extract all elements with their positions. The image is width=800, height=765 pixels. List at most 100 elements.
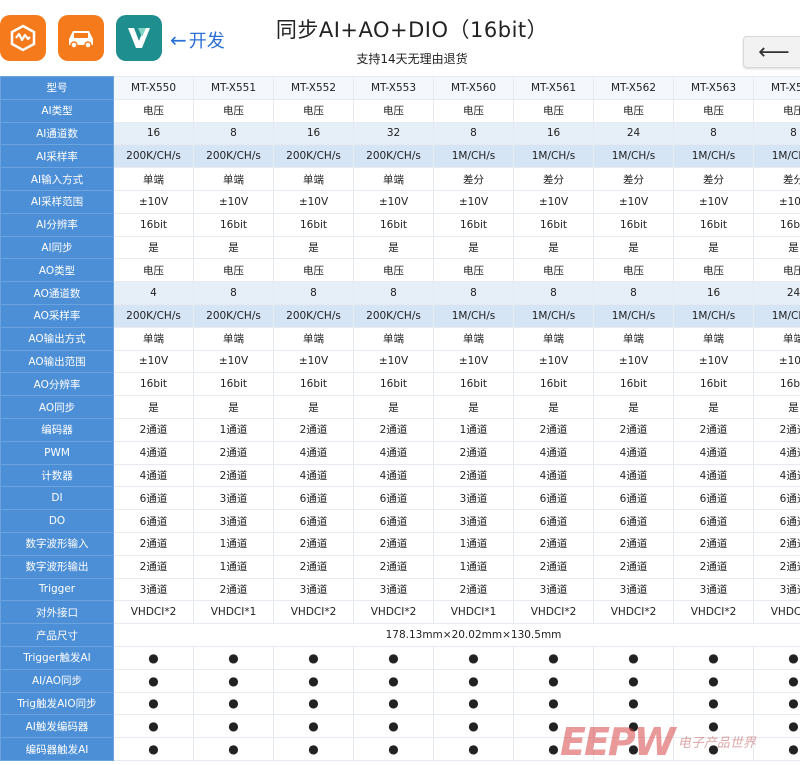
table-cell: 8: [513, 281, 594, 305]
table-row: AO采样率 200K/CH/s 200K/CH/s 200K/CH/s 200K/CH/…: [0, 303, 800, 328]
table-cell: 电压: [193, 98, 274, 123]
table-row: AI采样范围 ±10V ±10V ±10V ±10V ±10V ±10V ±10V ±10V ±1…: [0, 189, 800, 214]
back-link[interactable]: ← 开发: [170, 27, 225, 53]
table-cell: 2通道: [193, 440, 274, 465]
table-cell: 是: [353, 235, 434, 260]
table-cell: 3通道: [193, 486, 274, 511]
table-cell: 4: [113, 281, 194, 305]
table-cell: 2通道: [113, 554, 194, 579]
supported-dot: ●: [273, 691, 354, 716]
table-cell: 6通道: [113, 486, 194, 511]
supported-dot: ●: [673, 668, 754, 693]
table-cell: 3通道: [193, 509, 274, 533]
table-cell: VHDCI*2: [673, 600, 754, 625]
table-cell: 16bit: [753, 372, 800, 397]
table-cell: 16bit: [193, 372, 274, 397]
row-label: DI: [0, 486, 114, 511]
model-header-cell: MT-X562: [593, 76, 674, 100]
supported-dot: ●: [273, 714, 354, 739]
table-cell: 1M/CH/s: [593, 303, 674, 328]
table-cell: 4通道: [593, 463, 674, 488]
row-label: 编码器: [0, 417, 114, 442]
v-logo-app-icon[interactable]: [116, 15, 162, 61]
table-cell: 1通道: [193, 531, 274, 556]
table-row: AI采样率 200K/CH/s 200K/CH/s 200K/CH/s 200K/CH/…: [0, 144, 800, 169]
table-cell: 6通道: [513, 486, 594, 511]
row-label: AO输出范围: [0, 349, 114, 374]
table-cell: 是: [433, 235, 514, 260]
table-cell: 1M/CH/s: [673, 144, 754, 169]
supported-dot: ●: [113, 668, 194, 693]
table-cell: 3通道: [113, 577, 194, 602]
table-cell: 电压: [673, 98, 754, 123]
table-cell: 是: [113, 235, 194, 260]
table-row: AO输出方式单端单端单端单端单端单端单端单端单端: [0, 326, 800, 351]
row-label: PWM: [0, 440, 114, 465]
table-cell: 24: [593, 121, 674, 146]
table-cell: 1M/CH/s: [513, 303, 594, 328]
table-cell: 16bit: [753, 212, 800, 237]
table-cell: 6通道: [753, 486, 800, 511]
supported-dot: ●: [433, 737, 514, 761]
table-cell: VHDCI*2: [753, 600, 800, 625]
table-cell: 4通道: [273, 463, 354, 488]
row-label: AO通道数: [0, 281, 114, 305]
table-cell: 2通道: [513, 531, 594, 556]
row-label: Trigger触发AI: [0, 645, 114, 670]
supported-dot: ●: [273, 737, 354, 761]
table-cell: 单端: [433, 326, 514, 351]
row-label: DO: [0, 509, 114, 533]
table-cell: 电压: [593, 258, 674, 283]
table-cell: 6通道: [593, 509, 674, 533]
table-cell: 2通道: [753, 531, 800, 556]
table-cell: 6通道: [593, 486, 674, 511]
table-cell: 2通道: [273, 554, 354, 579]
model-header-cell: MT-X553: [353, 76, 434, 100]
table-cell: 2通道: [433, 577, 514, 602]
table-cell: 1M/CH/s: [753, 144, 800, 169]
spec-table: 型号 MT-X550 MT-X551 MT-X552 MT-X553 MT-X560 MT-…: [0, 76, 800, 761]
table-cell: 2通道: [753, 554, 800, 579]
table-cell: ±10V: [193, 189, 274, 214]
supported-dot: ●: [273, 645, 354, 670]
table-cell: 1通道: [193, 417, 274, 442]
model-header-cell: MT-X551: [193, 76, 274, 100]
wave-app-icon[interactable]: [0, 15, 46, 61]
table-cell: 1通道: [193, 554, 274, 579]
car-app-icon[interactable]: [58, 15, 104, 61]
table-cell: ±10V: [353, 349, 434, 374]
supported-dot: ●: [513, 668, 594, 693]
table-cell: 是: [193, 395, 274, 419]
table-cell: 是: [593, 235, 674, 260]
table-cell: 4通道: [593, 440, 674, 465]
table-cell: 2通道: [273, 417, 354, 442]
table-cell: 24: [753, 281, 800, 305]
table-cell: 4通道: [753, 440, 800, 465]
table-cell: 200K/CH/s: [193, 144, 274, 169]
supported-dot: ●: [433, 691, 514, 716]
table-cell: ±10V: [673, 189, 754, 214]
model-header-cell: MT-X561: [513, 76, 594, 100]
supported-dot: ●: [753, 714, 800, 739]
supported-dot: ●: [593, 645, 674, 670]
long-arrow-left-icon: ⟵: [758, 39, 790, 65]
row-label: AI输入方式: [0, 167, 114, 191]
arrow-left-icon: ←: [170, 28, 187, 52]
table-cell: 电压: [433, 98, 514, 123]
supported-dot: ●: [113, 737, 194, 761]
back-button[interactable]: ⟵: [743, 36, 800, 68]
table-cell: 4通道: [673, 463, 754, 488]
supported-dot: ●: [273, 668, 354, 693]
table-cell: 16bit: [113, 212, 194, 237]
table-cell: 电压: [353, 98, 434, 123]
supported-dot: ●: [753, 645, 800, 670]
page-title: 同步AI+AO+DIO（16bit）: [275, 18, 549, 42]
table-cell: 是: [433, 395, 514, 419]
table-cell: 是: [353, 395, 434, 419]
model-header-cell: MT-X550: [113, 76, 194, 100]
table-cell: 16bit: [513, 212, 594, 237]
table-cell: 是: [513, 235, 594, 260]
supported-dot: ●: [753, 691, 800, 716]
table-cell: 8: [353, 281, 434, 305]
table-cell: VHDCI*2: [353, 600, 434, 625]
